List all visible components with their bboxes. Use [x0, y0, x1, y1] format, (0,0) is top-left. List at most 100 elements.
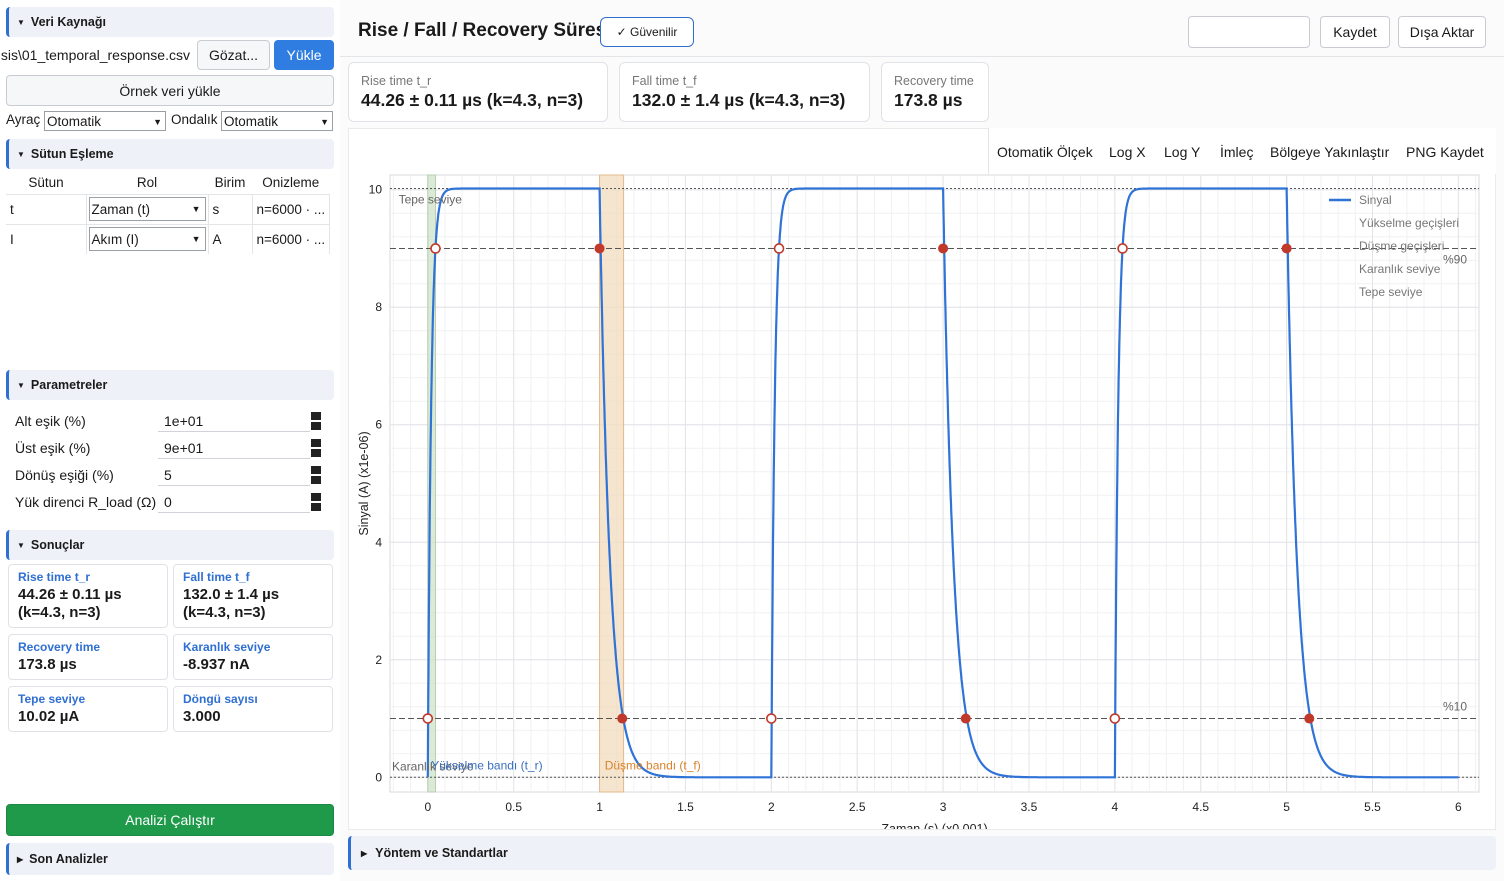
load-button[interactable]: Yükle [274, 40, 334, 70]
x-tick-label: 6 [1455, 800, 1462, 814]
reliability-badge[interactable]: ✓ Güvenilir [600, 17, 694, 47]
role-select[interactable]: Akım (I) ▼ [88, 227, 206, 252]
result-value: 3.000 [183, 708, 221, 725]
export-button[interactable]: Dışa Aktar [1398, 16, 1486, 48]
x-tick-label: 3.5 [1021, 800, 1038, 814]
result-value: -8.937 nA [183, 656, 250, 673]
section-title: Sütun Eşleme [30, 147, 114, 161]
load-sample-button[interactable]: Örnek veri yükle [6, 75, 334, 106]
param-input[interactable]: 9e+01 [158, 437, 310, 459]
save-png-button[interactable]: PNG Kaydet [1406, 144, 1484, 160]
param-label: Alt eşik (%) [15, 413, 86, 429]
result-title: Karanlık seviye [183, 640, 271, 654]
zoom-region-button[interactable]: Bölgeye Yakınlaştır [1270, 144, 1389, 160]
y-tick-label: 4 [375, 535, 382, 549]
legend-entry: Sinyal [1359, 193, 1392, 207]
fall-crossing-marker [617, 713, 628, 724]
x-tick-label: 0.5 [505, 800, 522, 814]
x-tick-label: 2.5 [849, 800, 866, 814]
log-x-button[interactable]: Log X [1109, 144, 1146, 160]
rise-crossing-marker [430, 243, 441, 254]
log-y-button[interactable]: Log Y [1164, 144, 1200, 160]
column-header: Onizleme [262, 175, 320, 191]
x-tick-label: 2 [768, 800, 775, 814]
browse-button[interactable]: Gözat... [197, 40, 270, 70]
run-analysis-button[interactable]: Analizi Çalıştır [6, 804, 334, 836]
param-lower-threshold: Alt eşik (%) 1e+01 [15, 410, 325, 432]
results-header[interactable]: ▼ Sonuçlar [6, 530, 334, 560]
role-cell: Akım (I) ▼ [86, 223, 209, 254]
y-tick-label: 10 [369, 183, 383, 197]
response-chart[interactable]: Tepe seviye %90 %10 Karanlık seviye Yükselme… [349, 129, 1495, 836]
collapse-triangle-icon: ▼ [17, 17, 25, 27]
chevron-down-icon: ▼ [320, 117, 329, 127]
spinner-icon[interactable] [311, 439, 321, 457]
left-panel: ▼ Veri Kaynağı sis\01_temporal_response.… [0, 0, 340, 881]
autoscale-button[interactable]: Otomatik Ölçek [997, 144, 1093, 160]
plot-container: Tepe seviye %90 %10 Karanlık seviye Yükselme… [348, 128, 1496, 836]
param-label: Yük direnci R_load (Ω) [15, 494, 157, 510]
x-tick-label: 3 [940, 800, 947, 814]
y-axis-label: Sinyal (A) (x1e-06) [357, 431, 371, 535]
fall-crossing-marker [1281, 243, 1292, 254]
x-tick-label: 1 [596, 800, 603, 814]
column-mapping-header[interactable]: ▼ Sütun Eşleme [6, 139, 334, 169]
plot-area [389, 174, 1480, 793]
x-tick-label: 0 [424, 800, 431, 814]
metric-card-fall: Fall time t_f 132.0 ± 1.4 µs (k=4.3, n=3… [619, 62, 870, 122]
column-header: Sütun [28, 175, 64, 191]
spinner-icon[interactable] [311, 412, 321, 430]
result-card-cycle-count: Döngü sayısı 3.000 [173, 686, 333, 732]
param-input[interactable]: 1e+01 [158, 410, 310, 432]
param-input[interactable]: 5 [158, 464, 310, 486]
recent-analyses-header[interactable]: ▶ Son Analizler [6, 843, 334, 875]
peak-level-label: Tepe seviye [399, 193, 463, 207]
column-name-cell: I [6, 223, 87, 254]
separator-value: Otomatik [47, 113, 102, 129]
rerun-button[interactable]: Yeniden Çalıştır [1188, 16, 1310, 48]
column-mapping-table: Sütun Rol Birim Onizleme t Zaman (t) ▼ s… [6, 172, 330, 254]
collapse-triangle-icon: ▼ [17, 380, 25, 390]
y-tick-label: 0 [375, 770, 382, 784]
metric-value: 132.0 ± 1.4 µs (k=4.3, n=3) [632, 90, 846, 110]
decimal-label: Ondalık [171, 112, 218, 127]
column-header: Rol [136, 175, 158, 191]
separator-select[interactable]: Otomatik ▼ [44, 111, 166, 131]
unit-cell[interactable]: s [208, 193, 253, 224]
cursor-button[interactable]: İmleç [1220, 144, 1253, 160]
role-cell: Zaman (t) ▼ [86, 193, 209, 224]
data-source-header[interactable]: ▼ Veri Kaynağı [6, 7, 334, 37]
fall-crossing-marker [594, 243, 605, 254]
section-title: Yöntem ve Standartlar [375, 846, 508, 860]
spinner-icon[interactable] [311, 493, 321, 511]
fall-band-label: Düşme bandı (t_f) [605, 758, 701, 772]
role-select[interactable]: Zaman (t) ▼ [88, 197, 206, 221]
x-tick-label: 4 [1112, 800, 1119, 814]
page-title: Rise / Fall / Recovery Süresi [358, 20, 612, 41]
metric-card-rise: Rise time t_r 44.26 ± 0.11 µs (k=4.3, n=… [348, 62, 608, 122]
metric-value: 44.26 ± 0.11 µs (k=4.3, n=3) [361, 90, 584, 110]
parameters-header[interactable]: ▼ Parametreler [6, 370, 334, 400]
file-path-field[interactable]: sis\01_temporal_response.csv [0, 40, 194, 70]
fall-crossing-marker [1304, 713, 1315, 724]
y-tick-label: 6 [375, 418, 382, 432]
metric-title: Fall time t_f [632, 74, 697, 88]
result-title: Rise time t_r [18, 570, 91, 584]
param-return-threshold: Dönüş eşiği (%) 5 [15, 464, 325, 486]
param-load-resistance: Yük direnci R_load (Ω) 0 [15, 491, 325, 513]
column-header: Birim [214, 175, 246, 191]
legend-entry: Düşme geçişleri [1359, 239, 1444, 253]
param-input[interactable]: 0 [158, 491, 310, 513]
legend-entry: Karanlık seviye [1359, 262, 1441, 276]
y-tick-label: 8 [375, 300, 382, 314]
spinner-icon[interactable] [311, 466, 321, 484]
unit-cell[interactable]: A [208, 223, 253, 254]
preview-cell: n=6000 · ... [252, 223, 330, 254]
x-axis-label: Zaman (s) (x0.001) [881, 822, 987, 829]
rise-band-label: Yükselme bandı (t_r) [431, 758, 542, 772]
methods-standards-header[interactable]: ▶ Yöntem ve Standartlar [348, 836, 1496, 870]
decimal-select[interactable]: Otomatik ▼ [221, 111, 333, 131]
save-button[interactable]: Kaydet [1320, 16, 1390, 48]
result-value: 132.0 ± 1.4 µs (k=4.3, n=3) [183, 586, 280, 621]
result-card-fall: Fall time t_f 132.0 ± 1.4 µs (k=4.3, n=3… [173, 564, 333, 628]
